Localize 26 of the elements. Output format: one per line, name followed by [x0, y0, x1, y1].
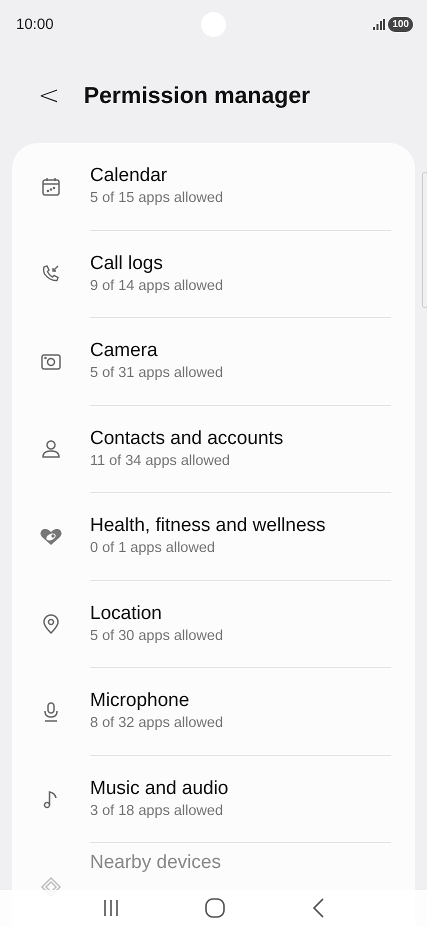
- permission-title[interactable]: Calendar: [90, 164, 391, 188]
- permission-subtitle: 3 of 18 apps allowed: [90, 802, 224, 821]
- permission-subtitle: 5 of 15 apps allowed: [90, 189, 224, 208]
- battery-level: 100: [388, 16, 413, 32]
- home-icon[interactable]: [204, 897, 226, 919]
- permission-title[interactable]: Call logs: [90, 252, 391, 276]
- permission-title[interactable]: Microphone: [90, 689, 391, 714]
- permission-subtitle: 9 of 14 apps allowed: [90, 276, 224, 296]
- recent-apps-icon[interactable]: [102, 898, 120, 918]
- page-title: Permission manager: [84, 82, 310, 109]
- permission-subtitle: 8 of 32 apps allowed: [90, 714, 224, 734]
- calendar-icon: [40, 176, 62, 198]
- permission-title[interactable]: Music and audio: [90, 776, 391, 801]
- permission-title[interactable]: Contacts and accounts: [90, 426, 391, 451]
- permission-subtitle: 11 of 34 apps allowed: [90, 452, 232, 471]
- permission-title[interactable]: Health, fitness and wellness: [90, 514, 391, 538]
- status-time: 10:00: [16, 16, 54, 32]
- permission-subtitle: 0 of 1 apps allowed: [90, 539, 216, 558]
- permission-subtitle: 5 of 30 apps allowed: [90, 626, 224, 646]
- permission-title[interactable]: Location: [90, 602, 391, 626]
- person-icon: [40, 438, 62, 460]
- permission-subtitle: 5 of 31 apps allowed: [90, 364, 224, 384]
- back-button[interactable]: <: [34, 80, 64, 110]
- back-nav-icon[interactable]: [310, 897, 325, 919]
- permission-title[interactable]: Camera: [90, 339, 391, 364]
- signal-icon: [373, 18, 386, 30]
